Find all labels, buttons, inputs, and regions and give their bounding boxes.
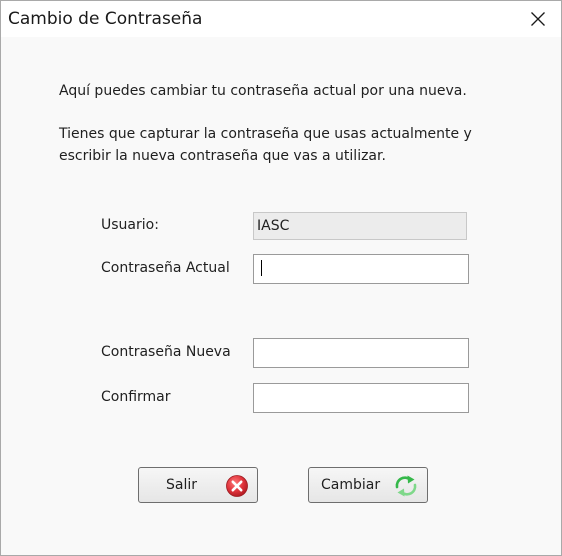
cambiar-button-label: Cambiar bbox=[321, 477, 381, 493]
close-window-button[interactable] bbox=[515, 1, 561, 37]
text-caret bbox=[261, 260, 262, 276]
current-password-label: Contraseña Actual bbox=[101, 260, 230, 276]
usuario-label: Usuario: bbox=[101, 217, 159, 233]
green-refresh-arrows-icon bbox=[395, 475, 417, 497]
new-password-label: Contraseña Nueva bbox=[101, 344, 231, 360]
current-password-input[interactable] bbox=[253, 254, 469, 284]
confirm-password-input[interactable] bbox=[253, 383, 469, 413]
intro-text-2: Tienes que capturar la contraseña que us… bbox=[59, 123, 472, 167]
usuario-field: IASC bbox=[253, 212, 467, 240]
salir-button[interactable]: Salir bbox=[138, 467, 258, 503]
red-x-icon bbox=[226, 475, 248, 497]
intro-line-2: Tienes que capturar la contraseña que us… bbox=[59, 126, 472, 142]
salir-button-label: Salir bbox=[166, 477, 198, 493]
cambiar-button[interactable]: Cambiar bbox=[308, 467, 428, 503]
intro-line-3: escribir la nueva contraseña que vas a u… bbox=[59, 148, 386, 164]
confirm-password-label: Confirmar bbox=[101, 389, 171, 405]
close-icon bbox=[531, 12, 545, 26]
window-title: Cambio de Contraseña bbox=[8, 9, 203, 29]
dialog-body: Aquí puedes cambiar tu contraseña actual… bbox=[1, 37, 561, 555]
intro-line-1: Aquí puedes cambiar tu contraseña actual… bbox=[59, 83, 467, 99]
title-bar: Cambio de Contraseña bbox=[1, 1, 561, 37]
intro-text-1: Aquí puedes cambiar tu contraseña actual… bbox=[59, 80, 467, 102]
change-password-dialog: Cambio de Contraseña Aquí puedes cambiar… bbox=[0, 0, 562, 556]
new-password-input[interactable] bbox=[253, 338, 469, 368]
